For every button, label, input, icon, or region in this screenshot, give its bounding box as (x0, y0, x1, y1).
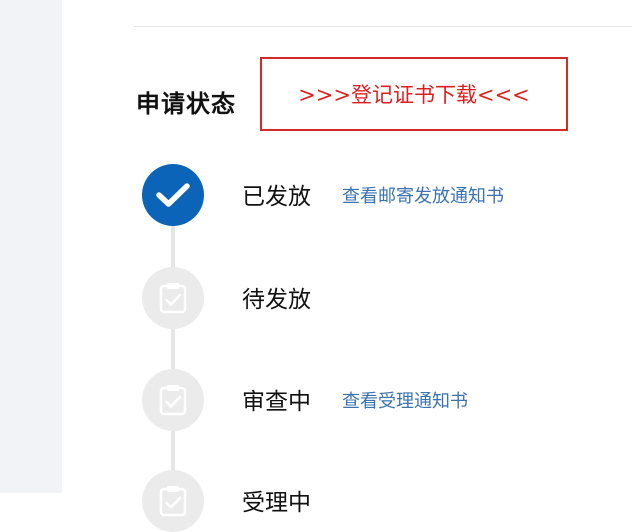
status-section-title: 申请状态 (136, 90, 236, 118)
step-label: 受理中 (242, 490, 311, 516)
timeline-step-processing: 受理中 (142, 470, 622, 532)
step-label: 待发放 (242, 287, 311, 313)
clipboard-check-icon (142, 369, 204, 431)
step-label: 审查中 (242, 389, 311, 415)
main-content: 申请状态 >>>登记证书下载<<< 已发放 查看邮寄发放通知书 待发放 审查中 … (62, 0, 632, 532)
timeline-step-pending-issue: 待发放 (142, 267, 622, 329)
timeline-connector (171, 196, 175, 496)
divider (134, 26, 632, 27)
left-sidebar-rail (0, 0, 62, 493)
step-label: 已发放 (242, 184, 311, 210)
clipboard-check-icon (142, 470, 204, 532)
timeline-step-under-review: 审查中 查看受理通知书 (142, 369, 622, 431)
clipboard-check-icon (142, 267, 204, 329)
view-acceptance-notice-link[interactable]: 查看受理通知书 (342, 387, 468, 413)
view-mail-notice-link[interactable]: 查看邮寄发放通知书 (342, 182, 504, 208)
check-icon (142, 164, 204, 226)
timeline-step-issued: 已发放 查看邮寄发放通知书 (142, 164, 622, 226)
certificate-download-link[interactable]: >>>登记证书下载<<< (260, 57, 568, 131)
